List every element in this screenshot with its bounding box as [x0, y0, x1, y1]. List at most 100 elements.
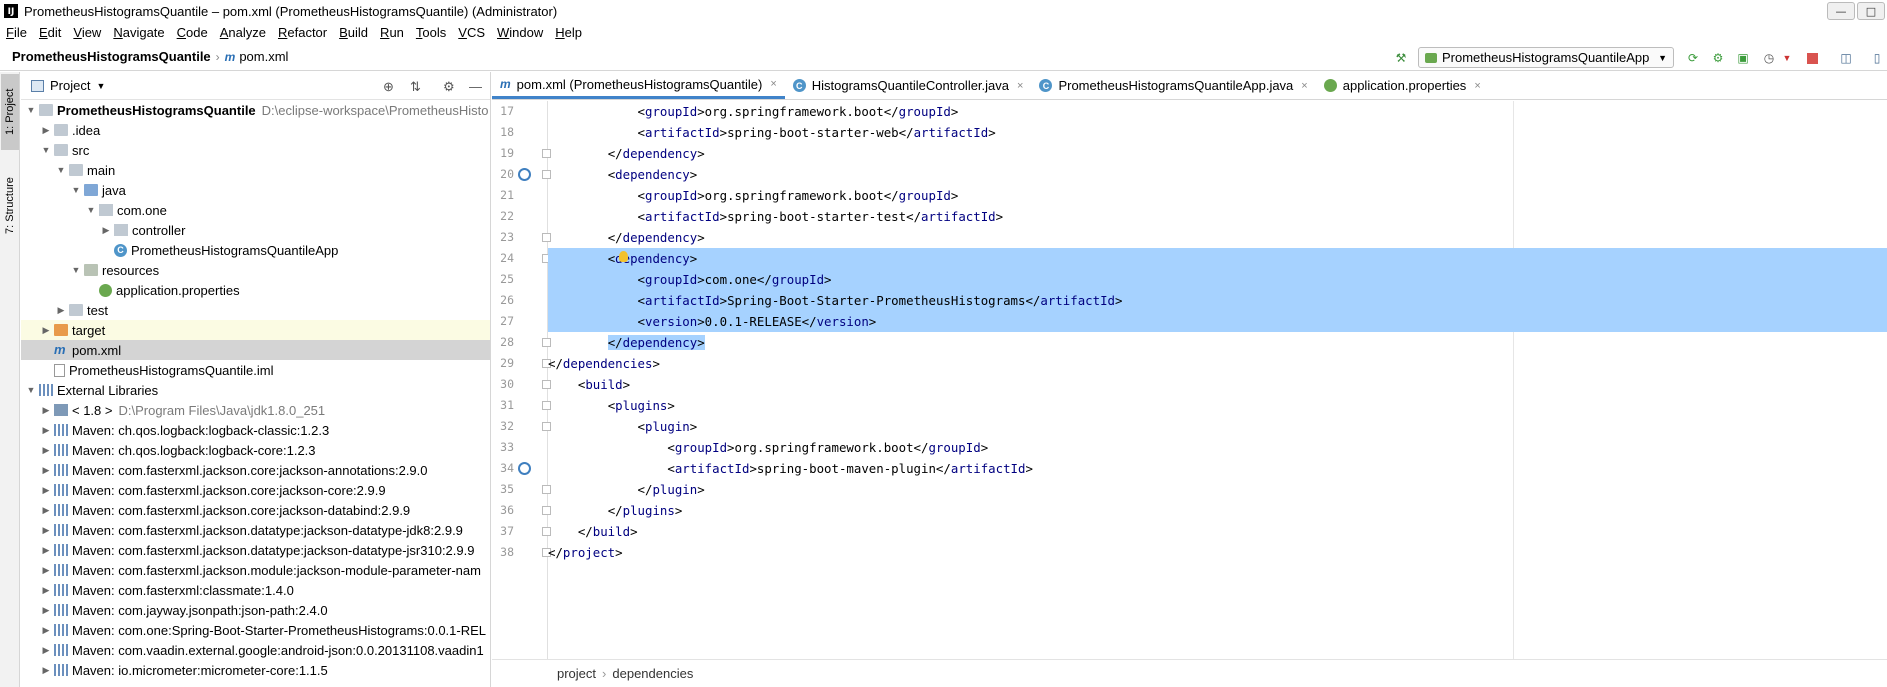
expand-right-icon[interactable]: ▶: [38, 425, 54, 436]
tree-item[interactable]: ▼ main: [21, 160, 490, 180]
tree-item[interactable]: ▶ target: [21, 320, 490, 340]
tree-item[interactable]: ▶ Maven: com.fasterxml:classmate:1.4.0: [21, 580, 490, 600]
menu-help[interactable]: Help: [549, 25, 588, 40]
nav-crumb-project[interactable]: PrometheusHistogramsQuantile: [12, 49, 211, 64]
coverage-icon[interactable]: ▣: [1736, 51, 1750, 65]
chevron-down-icon[interactable]: ▼: [96, 81, 105, 91]
menu-tools[interactable]: Tools: [410, 25, 452, 40]
expand-right-icon[interactable]: ▶: [38, 445, 54, 456]
tree-item[interactable]: ▶ controller: [21, 220, 490, 240]
expand-right-icon[interactable]: ▶: [38, 605, 54, 616]
tree-item[interactable]: ▶ Maven: com.vaadin.external.google:andro…: [21, 640, 490, 660]
breadcrumb-item[interactable]: dependencies: [612, 666, 693, 681]
expand-right-icon[interactable]: ▶: [98, 225, 114, 236]
tree-item[interactable]: ▶ Maven: com.fasterxml.jackson.datatype:j…: [21, 540, 490, 560]
tree-item[interactable]: ▶ Maven: com.fasterxml.jackson.core:jacks…: [21, 500, 490, 520]
expand-down-icon[interactable]: ▼: [23, 385, 39, 395]
expand-down-icon[interactable]: ▼: [83, 205, 99, 215]
rerun-icon[interactable]: ⟳: [1686, 51, 1700, 65]
tree-item[interactable]: ▶ Maven: com.jayway.jsonpath:json-path:2.…: [21, 600, 490, 620]
menu-analyze[interactable]: Analyze: [214, 25, 272, 40]
tree-item[interactable]: ▶ Maven: com.one:Spring-Boot-Starter-Prom…: [21, 620, 490, 640]
expand-right-icon[interactable]: ▶: [38, 485, 54, 496]
project-view-selector[interactable]: Project: [50, 78, 90, 93]
project-structure-icon[interactable]: ◫: [1839, 51, 1853, 65]
menu-view[interactable]: View: [67, 25, 107, 40]
expand-right-icon[interactable]: ▶: [38, 645, 54, 656]
expand-right-icon[interactable]: ▶: [38, 525, 54, 536]
tree-item[interactable]: ▼ PrometheusHistogramsQuantile D:\eclipse-…: [21, 100, 490, 120]
menu-build[interactable]: Build: [333, 25, 374, 40]
tree-item[interactable]: ▼ java: [21, 180, 490, 200]
tree-item[interactable]: C PrometheusHistogramsQuantileApp: [21, 240, 490, 260]
close-icon[interactable]: ×: [1017, 80, 1023, 92]
stop-icon[interactable]: [1805, 51, 1819, 65]
gear-icon[interactable]: ⚙: [443, 79, 455, 95]
nav-crumb-file[interactable]: pom.xml: [239, 49, 288, 64]
spring-bean-gutter-icon[interactable]: [518, 168, 531, 181]
tree-item[interactable]: ▼ src: [21, 140, 490, 160]
tree-item[interactable]: ▶ Maven: io.micrometer:micrometer-core:1.…: [21, 660, 490, 680]
menu-file[interactable]: File: [0, 25, 33, 40]
tree-item[interactable]: ▶ .idea: [21, 120, 490, 140]
menu-vcs[interactable]: VCS: [452, 25, 491, 40]
minimize-button[interactable]: —: [1827, 2, 1855, 20]
run-configuration-select[interactable]: PrometheusHistogramsQuantileApp ▼: [1418, 47, 1674, 68]
profile-dropdown-icon[interactable]: ▼: [1780, 51, 1794, 65]
expand-right-icon[interactable]: ▶: [38, 665, 54, 676]
expand-down-icon[interactable]: ▼: [68, 265, 84, 275]
spring-bean-gutter-icon[interactable]: [518, 462, 531, 475]
tree-item[interactable]: m pom.xml: [21, 340, 490, 360]
expand-right-icon[interactable]: ▶: [38, 565, 54, 576]
menu-window[interactable]: Window: [491, 25, 549, 40]
menu-refactor[interactable]: Refactor: [272, 25, 333, 40]
hide-icon[interactable]: —: [469, 79, 482, 94]
locate-icon[interactable]: ⊕: [383, 79, 394, 95]
hammer-icon[interactable]: ⚒: [1394, 51, 1408, 65]
menu-run[interactable]: Run: [374, 25, 410, 40]
tree-item[interactable]: ▶ < 1.8 > D:\Program Files\Java\jdk1.8.0_2…: [21, 400, 490, 420]
editor-tab[interactable]: m pom.xml (PrometheusHistogramsQuantile) ×: [492, 72, 785, 99]
terminal-icon[interactable]: ▯: [1870, 51, 1884, 65]
expand-right-icon[interactable]: ▶: [38, 325, 54, 336]
expand-right-icon[interactable]: ▶: [38, 585, 54, 596]
expand-right-icon[interactable]: ▶: [38, 465, 54, 476]
editor-tab[interactable]: application.properties ×: [1316, 72, 1489, 99]
breadcrumb-item[interactable]: project: [557, 666, 596, 681]
close-icon[interactable]: ×: [770, 78, 776, 90]
expand-down-icon[interactable]: ▼: [38, 145, 54, 155]
maximize-button[interactable]: □: [1857, 2, 1885, 20]
expand-right-icon[interactable]: ▶: [38, 125, 54, 136]
collapse-all-icon[interactable]: ⇅: [410, 79, 421, 95]
expand-right-icon[interactable]: ▶: [38, 405, 54, 416]
menu-edit[interactable]: Edit: [33, 25, 67, 40]
lightbulb-icon[interactable]: [619, 251, 628, 262]
menu-navigate[interactable]: Navigate: [107, 25, 170, 40]
structure-tool-button[interactable]: 7: Structure: [1, 162, 19, 250]
editor-tab[interactable]: C HistogramsQuantileController.java ×: [785, 72, 1032, 99]
project-tool-button[interactable]: 1: Project: [1, 74, 19, 150]
expand-down-icon[interactable]: ▼: [68, 185, 84, 195]
menu-code[interactable]: Code: [171, 25, 214, 40]
tree-item[interactable]: ▶ Maven: com.fasterxml.jackson.core:jacks…: [21, 480, 490, 500]
expand-right-icon[interactable]: ▶: [38, 545, 54, 556]
tree-item[interactable]: application.properties: [21, 280, 490, 300]
profile-icon[interactable]: ◷: [1762, 51, 1776, 65]
tree-item[interactable]: ▶ Maven: ch.qos.logback:logback-core:1.2.…: [21, 440, 490, 460]
tree-item[interactable]: ▼ com.one: [21, 200, 490, 220]
expand-right-icon[interactable]: ▶: [38, 625, 54, 636]
tree-item[interactable]: ▼ External Libraries: [21, 380, 490, 400]
editor-tab[interactable]: C PrometheusHistogramsQuantileApp.java ×: [1031, 72, 1315, 99]
tree-item[interactable]: PrometheusHistogramsQuantile.iml: [21, 360, 490, 380]
close-icon[interactable]: ×: [1474, 80, 1480, 92]
tree-item[interactable]: ▶ Maven: com.fasterxml.jackson.core:jacks…: [21, 460, 490, 480]
debug-icon[interactable]: ⚙: [1711, 51, 1725, 65]
tree-item[interactable]: ▶ Maven: com.fasterxml.jackson.module:jac…: [21, 560, 490, 580]
close-icon[interactable]: ×: [1301, 80, 1307, 92]
code-editor[interactable]: 17 18 19 20 21 22 23 24 25 26 27 28 29 30 31 32 33 34 35 36…: [492, 101, 1887, 659]
tree-item[interactable]: ▶ Maven: ch.qos.logback:logback-classic:1…: [21, 420, 490, 440]
tree-item[interactable]: ▼ resources: [21, 260, 490, 280]
expand-right-icon[interactable]: ▶: [38, 505, 54, 516]
expand-right-icon[interactable]: ▶: [53, 305, 69, 316]
tree-item[interactable]: ▶ test: [21, 300, 490, 320]
